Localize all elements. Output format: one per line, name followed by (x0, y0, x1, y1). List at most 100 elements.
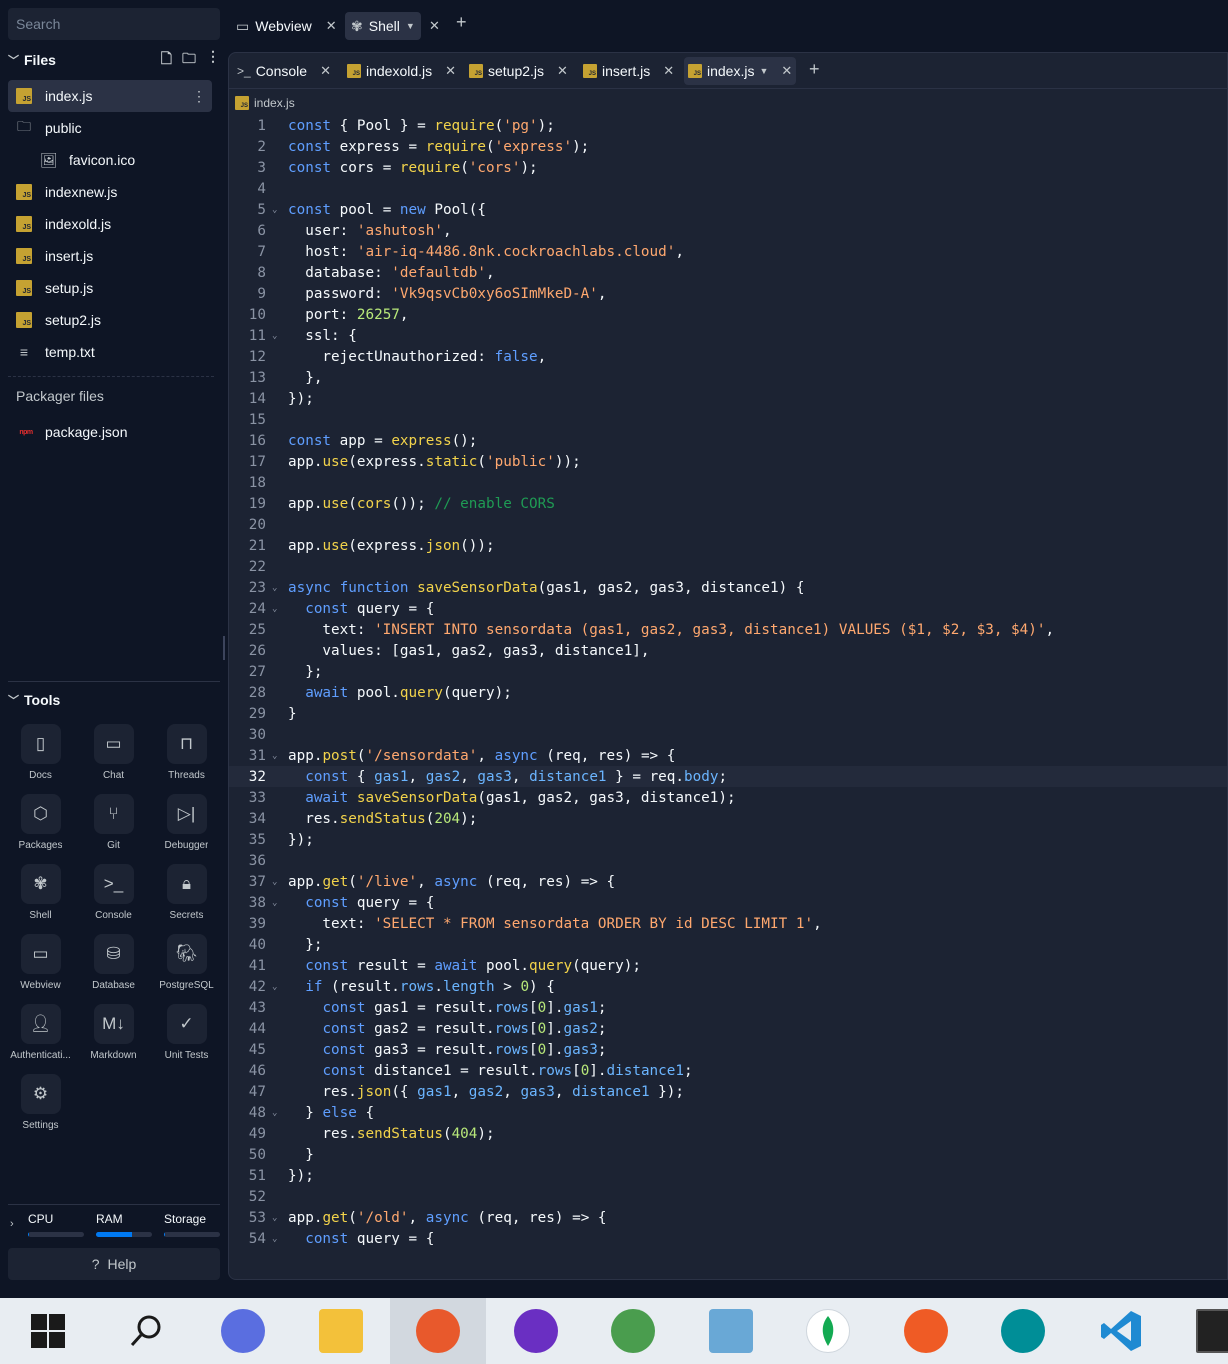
chevron-down-icon[interactable]: ▼ (406, 21, 415, 31)
code-line[interactable]: 27 }; (229, 661, 1227, 682)
close-icon[interactable]: ✕ (326, 18, 337, 34)
code-line[interactable]: 40 }; (229, 934, 1227, 955)
code-line[interactable]: 49 res.sendStatus(404); (229, 1123, 1227, 1144)
more-options-icon[interactable]: ⋮ (192, 88, 206, 105)
code-line[interactable]: 31 ⌄ app.post('/sensordata', async (req, r… (229, 745, 1227, 766)
more-options-icon[interactable]: ⋮ (206, 48, 220, 72)
code-line[interactable]: 35}); (229, 829, 1227, 850)
code-line[interactable]: 51}); (229, 1165, 1227, 1186)
fold-chevron-icon[interactable]: ⌄ (266, 604, 288, 614)
help-button[interactable]: ? Help (8, 1248, 220, 1280)
taskbar-vscode[interactable] (1073, 1298, 1169, 1364)
tab-Console[interactable]: >_ Console ✕ (233, 57, 335, 85)
code-line[interactable]: 2 const express = require('express'); (229, 136, 1227, 157)
fold-chevron-icon[interactable]: ⌄ (266, 1234, 288, 1244)
tool-packages[interactable]: ⬡ Packages (4, 794, 77, 864)
code-line[interactable]: 24 ⌄ const query = { (229, 598, 1227, 619)
code-editor[interactable]: 1 const { Pool } = require('pg'); 2 const e… (229, 115, 1227, 1246)
tools-header[interactable]: ﹀ Tools (8, 692, 60, 708)
tool-git[interactable]: ⑂ Git (77, 794, 150, 864)
close-icon[interactable]: ✕ (781, 63, 792, 79)
tool-markdown[interactable]: M↓ Markdown (77, 1004, 150, 1074)
code-line[interactable]: 15 (229, 409, 1227, 430)
code-line[interactable]: 29} (229, 703, 1227, 724)
database-icon[interactable]: ⛁ (93, 934, 134, 974)
code-line[interactable]: 16 const app = express(); (229, 430, 1227, 451)
code-line[interactable]: 45 const gas3 = result.rows[0].gas3; (229, 1039, 1227, 1060)
code-line[interactable]: 46 const distance1 = result.rows[0].dist… (229, 1060, 1227, 1081)
fold-chevron-icon[interactable]: ⌄ (266, 1108, 288, 1118)
file-tree-item[interactable]: JS insert.js (8, 240, 212, 272)
code-line[interactable]: 53 ⌄ app.get('/old', async (req, res) => { (229, 1207, 1227, 1228)
code-line[interactable]: 47 res.json({ gas1, gas2, gas3, distance… (229, 1081, 1227, 1102)
code-line[interactable]: 30 (229, 724, 1227, 745)
tab-shell[interactable]: ✾ Shell ▼ (345, 12, 421, 40)
taskbar-copilot[interactable] (195, 1298, 291, 1364)
code-line[interactable]: 33 await saveSensorData(gas1, gas2, gas3… (229, 787, 1227, 808)
tool-secrets[interactable]: 🔒︎ Secrets (150, 864, 223, 934)
tab-index-js[interactable]: JS index.js ▼ ✕ (684, 57, 797, 85)
code-line[interactable]: 19 app.use(cors()); // enable CORS (229, 493, 1227, 514)
new-folder-icon[interactable]: 🗀︎ (182, 48, 196, 72)
tab-insert-js[interactable]: JS insert.js ✕ (579, 57, 678, 85)
code-line[interactable]: 8 database: 'defaultdb', (229, 262, 1227, 283)
file-tree-item[interactable]: JS indexnew.js (8, 176, 212, 208)
code-line[interactable]: 9 password: 'Vk9qsvCb0xy6oSImMkeD-A', (229, 283, 1227, 304)
code-line[interactable]: 48 ⌄ } else { (229, 1102, 1227, 1123)
taskbar-terminal[interactable] (1170, 1298, 1228, 1364)
chevron-down-icon[interactable]: ﹀ (8, 52, 24, 68)
code-line[interactable]: 17 app.use(express.static('public')); (229, 451, 1227, 472)
code-line[interactable]: 21 app.use(express.json()); (229, 535, 1227, 556)
code-line[interactable]: 22 (229, 556, 1227, 577)
new-file-icon[interactable]: 🗋︎ (161, 48, 172, 72)
code-line[interactable]: 13 }, (229, 367, 1227, 388)
code-line[interactable]: 38 ⌄ const query = { (229, 892, 1227, 913)
close-icon[interactable]: ✕ (557, 63, 568, 79)
fold-chevron-icon[interactable]: ⌄ (266, 583, 288, 593)
tool-postgresql[interactable]: 🐘︎ PostgreSQL (150, 934, 223, 1004)
lock-icon[interactable]: 🔒︎ (166, 864, 207, 904)
taskbar-firefox[interactable] (390, 1298, 486, 1364)
tool-debugger[interactable]: ▷| Debugger (150, 794, 223, 864)
file-tree-item[interactable]: 🗀︎ public (8, 112, 212, 144)
taskbar-notepad[interactable] (683, 1298, 779, 1364)
debugger-icon[interactable]: ▷| (166, 794, 207, 834)
code-line[interactable]: 42 ⌄ if (result.rows.length > 0) { (229, 976, 1227, 997)
tab-setup2-js[interactable]: JS setup2.js ✕ (465, 57, 572, 85)
code-line[interactable]: 41 const result = await pool.query(query… (229, 955, 1227, 976)
book-icon[interactable]: ▯ (20, 724, 61, 764)
fold-chevron-icon[interactable]: ⌄ (266, 331, 288, 341)
code-line[interactable]: 20 (229, 514, 1227, 535)
gear-icon[interactable]: ⚙ (20, 1074, 61, 1114)
code-line[interactable]: 23 ⌄ async function saveSensorData(gas1, g… (229, 577, 1227, 598)
code-line[interactable]: 43 const gas1 = result.rows[0].gas1; (229, 997, 1227, 1018)
close-icon[interactable]: ✕ (663, 63, 674, 79)
resize-handle[interactable] (223, 636, 225, 660)
code-line[interactable]: 6 user: 'ashutosh', (229, 220, 1227, 241)
tool-shell[interactable]: ✾ Shell (4, 864, 77, 934)
close-icon[interactable]: ✕ (445, 63, 456, 79)
shell-icon[interactable]: ✾ (20, 864, 61, 904)
fold-chevron-icon[interactable]: ⌄ (266, 877, 288, 887)
chevron-down-icon[interactable]: ﹀ (8, 692, 24, 708)
code-line[interactable]: 54 ⌄ const query = { (229, 1228, 1227, 1246)
breadcrumb[interactable]: JS index.js (235, 96, 295, 110)
inbox-icon[interactable]: ⊓ (166, 724, 207, 764)
taskbar-firefox-private[interactable] (488, 1298, 584, 1364)
code-line[interactable]: 10 port: 26257, (229, 304, 1227, 325)
file-tree-item[interactable]: JS index.js ⋮ (8, 80, 212, 112)
postgresql-icon[interactable]: 🐘︎ (166, 934, 207, 974)
tool-unittests[interactable]: ✓ Unit Tests (150, 1004, 223, 1074)
code-line[interactable]: 4 (229, 178, 1227, 199)
taskbar-windows-start[interactable] (0, 1298, 96, 1364)
code-line[interactable]: 50 } (229, 1144, 1227, 1165)
chevron-down-icon[interactable]: ▼ (759, 66, 768, 76)
fold-chevron-icon[interactable]: ⌄ (266, 205, 288, 215)
taskbar-postman[interactable] (878, 1298, 974, 1364)
taskbar-chrome[interactable] (585, 1298, 681, 1364)
code-line[interactable]: 12 rejectUnauthorized: false, (229, 346, 1227, 367)
code-line[interactable]: 39 text: 'SELECT * FROM sensordata ORDER… (229, 913, 1227, 934)
file-tree-item[interactable]: JS indexold.js (8, 208, 212, 240)
markdown-icon[interactable]: M↓ (93, 1004, 134, 1044)
console-icon[interactable]: >_ (93, 864, 134, 904)
